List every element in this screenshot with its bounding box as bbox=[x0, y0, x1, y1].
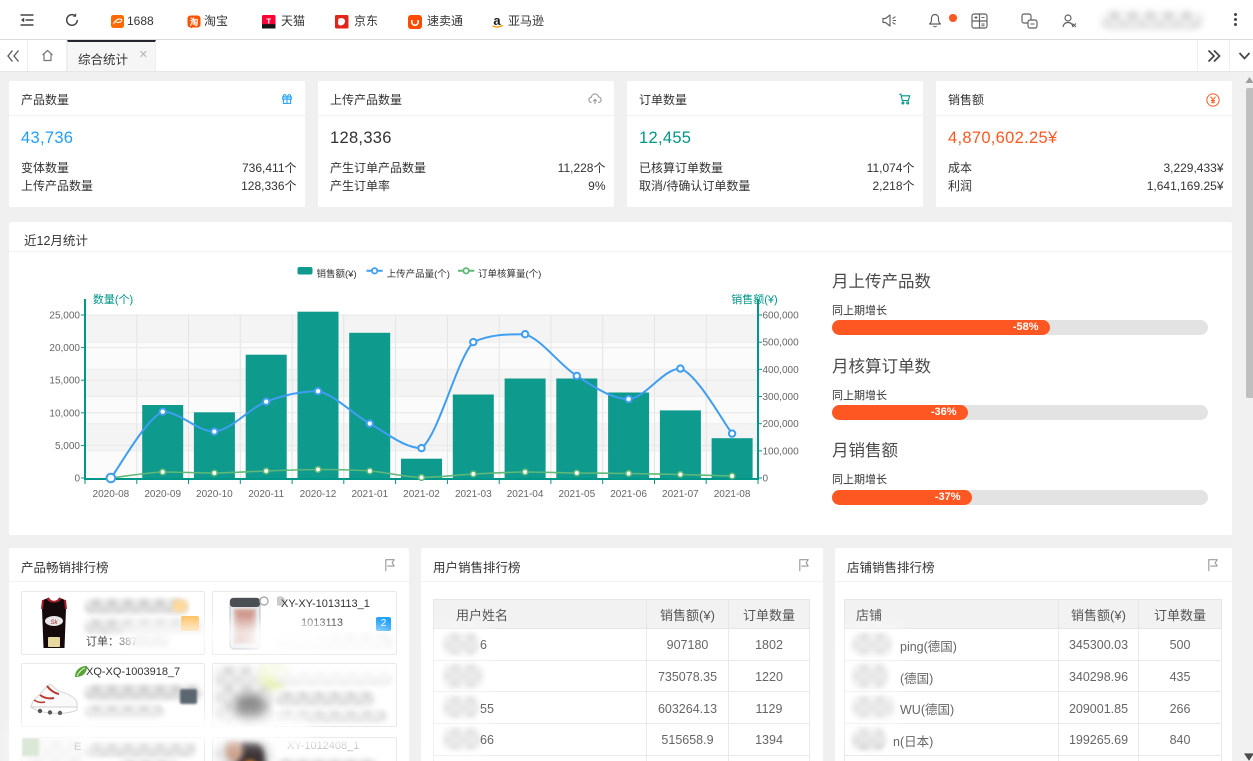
svg-text:2020-11: 2020-11 bbox=[248, 489, 284, 500]
svg-text:20,000: 20,000 bbox=[49, 343, 80, 354]
svg-text:2020-10: 2020-10 bbox=[196, 489, 233, 500]
svg-text:Sk: Sk bbox=[50, 620, 58, 626]
svg-text:2021-08: 2021-08 bbox=[714, 489, 751, 500]
svg-text:200,000: 200,000 bbox=[763, 419, 800, 430]
svg-text:2021-03: 2021-03 bbox=[455, 489, 492, 500]
svg-text:2021-06: 2021-06 bbox=[610, 489, 647, 500]
svg-text:300,000: 300,000 bbox=[763, 392, 800, 403]
svg-text:2021-01: 2021-01 bbox=[351, 489, 388, 500]
svg-text:100,000: 100,000 bbox=[763, 446, 800, 457]
svg-text:数量(个): 数量(个) bbox=[93, 293, 133, 306]
svg-text:2021-05: 2021-05 bbox=[558, 489, 595, 500]
svg-text:400,000: 400,000 bbox=[763, 365, 800, 376]
svg-text:2021-07: 2021-07 bbox=[662, 489, 699, 500]
svg-text:2020-09: 2020-09 bbox=[144, 489, 181, 500]
svg-text:2020-08: 2020-08 bbox=[93, 489, 130, 500]
svg-text:销售额(¥): 销售额(¥) bbox=[317, 268, 357, 280]
svg-text:10,000: 10,000 bbox=[49, 408, 80, 419]
svg-text:2020-12: 2020-12 bbox=[300, 489, 337, 500]
svg-text:600,000: 600,000 bbox=[763, 311, 800, 322]
svg-text:25,000: 25,000 bbox=[49, 311, 80, 322]
svg-text:T: T bbox=[266, 16, 271, 25]
svg-text:淘: 淘 bbox=[190, 17, 199, 27]
svg-text:0: 0 bbox=[74, 474, 80, 485]
svg-text:5,000: 5,000 bbox=[55, 441, 80, 452]
svg-text:2021-02: 2021-02 bbox=[403, 489, 440, 500]
svg-text:500,000: 500,000 bbox=[763, 338, 800, 349]
svg-text:订单核算量(个): 订单核算量(个) bbox=[478, 268, 541, 280]
svg-text:0: 0 bbox=[763, 474, 769, 485]
svg-text:2021-04: 2021-04 bbox=[507, 489, 544, 500]
svg-text:销售额(¥): 销售额(¥) bbox=[731, 292, 777, 306]
svg-text:上传产品量(个): 上传产品量(个) bbox=[387, 268, 450, 280]
svg-text:15,000: 15,000 bbox=[49, 376, 80, 387]
